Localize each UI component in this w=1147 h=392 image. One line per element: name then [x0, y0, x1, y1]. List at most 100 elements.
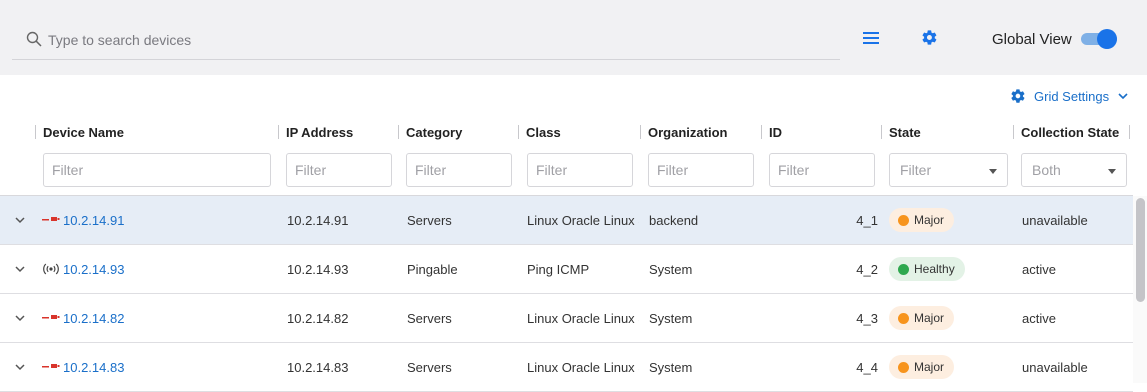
ip-address-filter[interactable] [286, 153, 392, 187]
dropdown-caret-icon [1108, 169, 1116, 174]
state-filter-select[interactable]: Filter [889, 153, 1008, 187]
server-icon [42, 196, 62, 244]
status-badge: Major [889, 355, 955, 379]
column-divider [35, 125, 36, 139]
id-cell: 4_4 [856, 359, 878, 375]
column-header-category[interactable]: Category [398, 122, 462, 142]
column-divider [881, 125, 882, 139]
search-icon [26, 31, 42, 47]
table-row[interactable]: 10.2.14.91 10.2.14.91 Servers Linux Orac… [0, 196, 1133, 245]
state-filter-value: Filter [900, 162, 932, 178]
server-icon [42, 294, 62, 342]
collection-state-cell: active [1022, 310, 1056, 326]
expand-row-chevron-icon[interactable] [14, 343, 28, 391]
expand-row-chevron-icon[interactable] [14, 294, 28, 342]
state-cell: Major [889, 196, 955, 244]
column-divider [398, 125, 399, 139]
global-view-toggle[interactable] [1081, 29, 1117, 49]
collection-state-cell: unavailable [1022, 359, 1088, 375]
category-cell: Pingable [407, 261, 458, 277]
collection-state-cell: active [1022, 261, 1056, 277]
table-row[interactable]: 10.2.14.93 10.2.14.93 Pingable Ping ICMP… [0, 245, 1133, 294]
device-name-link[interactable]: 10.2.14.82 [63, 294, 124, 342]
table-row[interactable]: 10.2.14.83 10.2.14.83 Servers Linux Orac… [0, 343, 1133, 392]
id-cell: 4_1 [856, 212, 878, 228]
column-header-collection-state[interactable]: Collection State [1013, 122, 1137, 142]
gear-icon [1011, 89, 1025, 103]
organization-filter[interactable] [648, 153, 754, 187]
toggle-knob [1097, 29, 1117, 49]
column-header-label: IP Address [286, 124, 354, 140]
class-filter[interactable] [527, 153, 633, 187]
organization-cell: System [649, 310, 693, 326]
ip-address-cell: 10.2.14.82 [287, 310, 349, 326]
column-header-label: Organization [648, 124, 728, 140]
column-header-label: Collection State [1021, 124, 1120, 140]
id-cell: 4_3 [856, 310, 878, 326]
column-divider [640, 125, 641, 139]
column-header-label: Class [526, 124, 561, 140]
category-cell: Servers [407, 310, 452, 326]
class-cell: Linux Oracle Linux Server [527, 212, 639, 228]
grid-settings-label: Grid Settings [1034, 88, 1110, 104]
state-cell: Major [889, 343, 955, 391]
server-icon [42, 343, 62, 391]
table-row[interactable]: 10.2.14.82 10.2.14.82 Servers Linux Orac… [0, 294, 1133, 343]
collection-state-cell: unavailable [1022, 212, 1088, 228]
list-view-icon[interactable] [862, 30, 880, 46]
id-cell: 4_2 [856, 261, 878, 277]
ip-address-cell: 10.2.14.83 [287, 359, 349, 375]
vertical-scrollbar-thumb[interactable] [1136, 198, 1145, 302]
class-cell: Linux Oracle Linux Server [527, 359, 639, 375]
id-filter[interactable] [769, 153, 875, 187]
column-divider [278, 125, 279, 139]
column-header-ip-address[interactable]: IP Address [278, 122, 353, 142]
dropdown-caret-icon [989, 169, 997, 174]
column-divider [1129, 125, 1131, 139]
column-header-label: Category [406, 124, 463, 140]
chevron-down-icon [1118, 93, 1128, 100]
status-badge: Healthy [889, 257, 965, 281]
organization-cell: backend [649, 212, 699, 228]
column-divider [518, 125, 519, 139]
state-cell: Major [889, 294, 955, 342]
device-name-link[interactable]: 10.2.14.93 [63, 245, 124, 293]
column-header-device-name[interactable]: Device Name [35, 122, 124, 142]
organization-cell: System [649, 261, 693, 277]
grid-settings-button[interactable]: Grid Settings [1010, 87, 1129, 105]
category-cell: Servers [407, 212, 452, 228]
top-toolbar: Global View [0, 0, 1147, 75]
status-badge: Major [889, 208, 955, 232]
status-label: Major [914, 311, 945, 325]
ping-icon [42, 245, 62, 293]
column-header-label: State [889, 124, 921, 140]
category-cell: Servers [407, 359, 452, 375]
status-dot [898, 312, 909, 324]
status-label: Major [914, 213, 945, 227]
collection-state-value: Both [1032, 162, 1061, 178]
device-name-filter[interactable] [43, 153, 271, 187]
status-badge: Major [889, 306, 955, 330]
class-cell: Linux Oracle Linux Server [527, 310, 639, 326]
column-header-class[interactable]: Class [518, 122, 561, 142]
global-view-label: Global View [992, 31, 1072, 48]
device-name-link[interactable]: 10.2.14.83 [63, 343, 124, 391]
device-name-link[interactable]: 10.2.14.91 [63, 196, 124, 244]
column-header-id[interactable]: ID [761, 122, 782, 142]
organization-cell: System [649, 359, 693, 375]
status-label: Major [914, 360, 945, 374]
state-cell: Healthy [889, 245, 965, 293]
column-header-label: Device Name [43, 124, 124, 140]
settings-gear-icon[interactable] [921, 29, 938, 46]
category-filter[interactable] [406, 153, 512, 187]
collection-state-select[interactable]: Both [1021, 153, 1127, 187]
column-header-state[interactable]: State [881, 122, 921, 142]
search-input[interactable] [48, 28, 818, 52]
device-table-body: 10.2.14.91 10.2.14.91 Servers Linux Orac… [0, 196, 1133, 392]
expand-row-chevron-icon[interactable] [14, 196, 28, 244]
column-divider [761, 125, 762, 139]
expand-row-chevron-icon[interactable] [14, 245, 28, 293]
ip-address-cell: 10.2.14.91 [287, 212, 349, 228]
column-header-organization[interactable]: Organization [640, 122, 727, 142]
status-dot [898, 263, 909, 275]
